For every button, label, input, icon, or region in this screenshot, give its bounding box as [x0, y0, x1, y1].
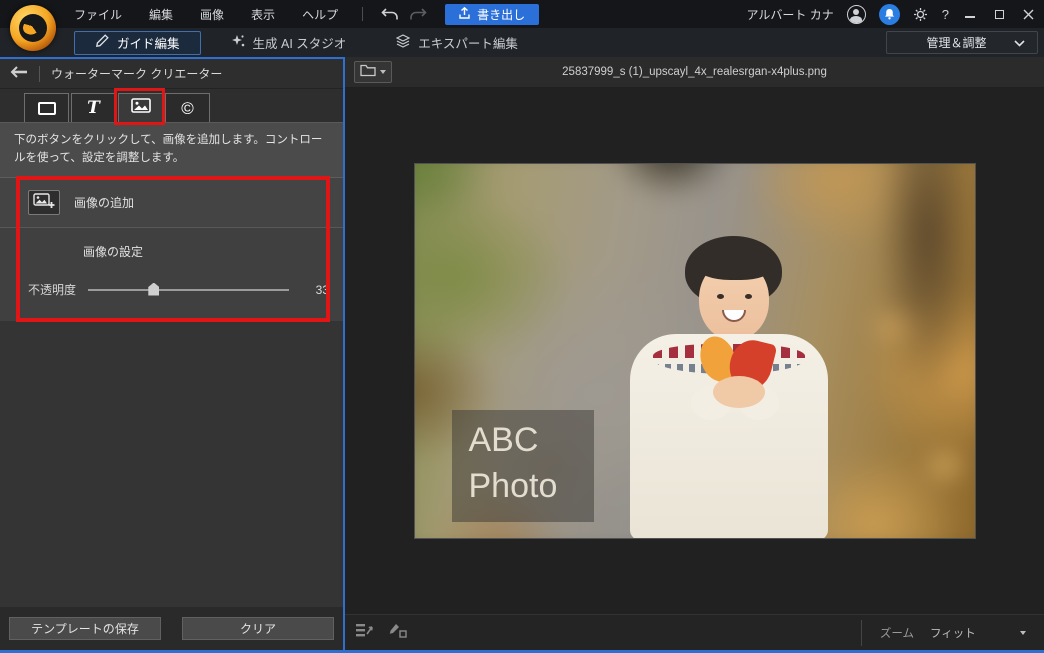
maximize-button[interactable]: [991, 6, 1007, 22]
frame-icon: [38, 102, 56, 115]
tab-text[interactable]: T: [71, 93, 116, 122]
titlebar-right: アルバート カナ ?: [747, 0, 1036, 28]
help-icon[interactable]: ?: [942, 7, 949, 22]
panel-empty-area: [0, 321, 343, 607]
image-plus-icon: [33, 193, 55, 212]
manage-adjust-label: 管理＆調整: [926, 34, 986, 51]
pencil-edit-icon[interactable]: [388, 622, 408, 644]
opacity-label: 不透明度: [28, 281, 76, 298]
text-icon: T: [87, 98, 100, 118]
sparkle-icon: [231, 34, 245, 51]
menu-view[interactable]: 表示: [251, 6, 275, 23]
titlebar-separator: [362, 7, 363, 21]
zoom-value: フィット: [930, 625, 976, 641]
watermark-type-tabs: T ©: [0, 89, 343, 123]
image-settings-section: 画像の設定 不透明度 33: [0, 227, 343, 321]
redo-icon[interactable]: [407, 6, 429, 22]
tab-expert-edit[interactable]: エキスパート編集: [376, 31, 538, 55]
watermark-overlay[interactable]: ABC Photo: [452, 410, 594, 522]
settings-gear-icon[interactable]: [913, 6, 929, 22]
user-name[interactable]: アルバート カナ: [747, 6, 834, 23]
tab-copyright[interactable]: ©: [165, 93, 210, 122]
back-arrow-icon[interactable]: [10, 65, 28, 83]
export-label: 書き出し: [477, 6, 525, 23]
instruction-text: 下のボタンをクリックして、画像を追加します。コントロールを使って、設定を調整しま…: [0, 123, 343, 177]
panel-footer: テンプレートの保存 クリア: [0, 607, 343, 650]
notifications-bell-icon[interactable]: [879, 4, 900, 25]
undo-icon[interactable]: [379, 6, 401, 22]
copyright-icon: ©: [181, 100, 194, 117]
export-button[interactable]: 書き出し: [445, 4, 539, 25]
opacity-slider[interactable]: [88, 289, 289, 291]
footer-divider: [861, 620, 862, 646]
app-body: ウォーターマーク クリエーター T © 下のボタンをクリックして、画像を追加しま…: [0, 57, 1044, 650]
current-filename: 25837999_s (1)_upscayl_4x_realesrgan-x4p…: [345, 66, 1044, 78]
user-avatar-icon[interactable]: [847, 5, 866, 24]
photo-preview[interactable]: ABC Photo: [415, 164, 975, 538]
zoom-fit-dropdown[interactable]: フィット: [922, 622, 1034, 644]
main-area: 25837999_s (1)_upscayl_4x_realesrgan-x4p…: [345, 57, 1044, 650]
upload-icon: [459, 7, 470, 22]
watermark-panel: ウォーターマーク クリエーター T © 下のボタンをクリックして、画像を追加しま…: [0, 57, 345, 650]
boy-eye: [745, 294, 752, 299]
opacity-value: 33: [303, 283, 329, 297]
add-image-label: 画像の追加: [74, 194, 134, 211]
pen-icon: [95, 34, 109, 51]
panel-header: ウォーターマーク クリエーター: [0, 59, 343, 89]
minimize-button[interactable]: [962, 6, 978, 22]
titlebar: ファイル 編集 画像 表示 ヘルプ 書き出し アルバート カナ: [0, 0, 1044, 28]
zoom-controls: ズーム フィット: [880, 622, 1034, 644]
tab-guided-edit[interactable]: ガイド編集: [74, 31, 201, 55]
opacity-control: 不透明度 33: [28, 281, 329, 298]
tab-ai-studio-label: 生成 AI スタジオ: [253, 33, 347, 52]
photodirector-logo: [10, 5, 56, 51]
clear-button[interactable]: クリア: [182, 617, 334, 640]
opacity-slider-thumb[interactable]: [148, 283, 159, 296]
tab-image[interactable]: [118, 93, 163, 122]
panel-title: ウォーターマーク クリエーター: [51, 65, 222, 82]
close-button[interactable]: [1020, 6, 1036, 22]
menu-file[interactable]: ファイル: [74, 6, 122, 23]
folder-dropdown-button[interactable]: [354, 61, 392, 83]
tab-frame[interactable]: [24, 93, 69, 122]
menu-image[interactable]: 画像: [200, 6, 224, 23]
zoom-label: ズーム: [880, 625, 914, 641]
chevron-down-icon: [1014, 36, 1025, 50]
add-image-section: 画像の追加: [0, 177, 343, 227]
watermark-line1: ABC: [469, 418, 594, 464]
canvas-footer: ズーム フィット: [345, 614, 1044, 650]
header-divider: [39, 66, 40, 82]
menubar: ファイル 編集 画像 表示 ヘルプ: [74, 6, 338, 23]
add-image-button[interactable]: [28, 190, 60, 215]
mode-tabbar: ガイド編集 生成 AI スタジオ エキスパート編集 管理＆調整: [0, 28, 1044, 57]
image-icon: [131, 98, 151, 118]
boy-hands: [713, 376, 765, 408]
photodirector-window: ファイル 編集 画像 表示 ヘルプ 書き出し アルバート カナ: [0, 0, 1044, 653]
manage-adjust-dropdown[interactable]: 管理＆調整: [886, 31, 1038, 54]
folder-icon: [360, 64, 376, 80]
tab-expert-edit-label: エキスパート編集: [418, 33, 518, 52]
menu-edit[interactable]: 編集: [149, 6, 173, 23]
tab-guided-edit-label: ガイド編集: [117, 33, 180, 52]
canvas-header: 25837999_s (1)_upscayl_4x_realesrgan-x4p…: [345, 57, 1044, 88]
boy-eye: [717, 294, 724, 299]
image-settings-title: 画像の設定: [83, 243, 343, 260]
save-template-button[interactable]: テンプレートの保存: [9, 617, 161, 640]
layers-icon: [396, 34, 410, 51]
tab-ai-studio[interactable]: 生成 AI スタジオ: [211, 31, 367, 55]
caret-down-icon: [380, 70, 386, 74]
watermark-line2: Photo: [469, 464, 594, 510]
caret-down-icon: [1020, 631, 1026, 635]
photo-canvas[interactable]: ABC Photo: [345, 88, 1044, 614]
boy-fringe: [697, 252, 771, 280]
list-arrow-icon[interactable]: [355, 622, 375, 644]
menu-help[interactable]: ヘルプ: [302, 6, 338, 23]
